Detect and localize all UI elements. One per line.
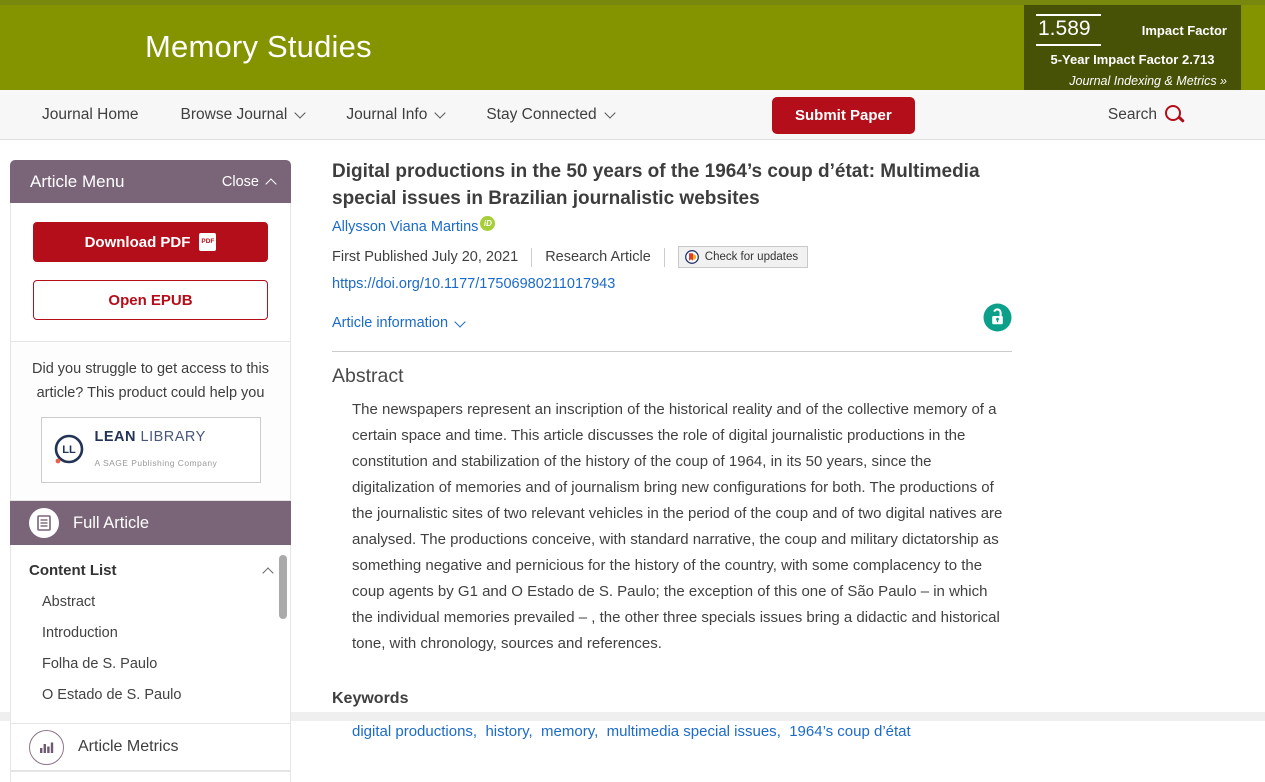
- check-for-updates-badge[interactable]: Check for updates: [678, 246, 808, 268]
- search-button[interactable]: Search: [1108, 106, 1181, 124]
- sidebar-scrollbar-thumb[interactable]: [279, 555, 287, 619]
- chevron-down-icon: [435, 107, 446, 118]
- keyword-link[interactable]: memory: [541, 723, 602, 740]
- first-published-date: First Published July 20, 2021: [332, 249, 518, 265]
- content-list-panel: Content List Abstract Introduction Folha…: [10, 545, 291, 724]
- sidebar-next-section-stub: [10, 771, 291, 782]
- keywords-heading: Keywords: [332, 690, 1012, 708]
- keyword-link[interactable]: multimedia special issues: [607, 723, 785, 740]
- pdf-file-icon: PDF: [199, 233, 216, 251]
- lean-library-logo[interactable]: LL LEAN LIBRARY A SAGE Publishing Compan…: [41, 417, 261, 483]
- main-navbar: Journal Home Browse Journal Journal Info…: [0, 90, 1265, 140]
- article-menu-sidebar: Article Menu Close Download PDF PDF Open…: [10, 160, 291, 782]
- keyword-link[interactable]: digital productions: [352, 723, 481, 740]
- keyword-link[interactable]: history: [485, 723, 536, 740]
- download-pdf-label: Download PDF: [85, 234, 191, 251]
- site-header: Memory Studies 1.589 Impact Factor 5-Yea…: [0, 0, 1265, 90]
- article-metrics-button[interactable]: Article Metrics: [10, 724, 291, 771]
- divider: [664, 248, 665, 267]
- content-list-toggle[interactable]: Content List: [29, 562, 272, 579]
- orcid-icon[interactable]: iD: [480, 216, 495, 231]
- lean-library-wordmark: LEAN LIBRARY A SAGE Publishing Company: [95, 425, 218, 475]
- journal-title: Memory Studies: [145, 29, 372, 65]
- content-list-item[interactable]: Folha de S. Paulo: [29, 656, 272, 672]
- chevron-down-icon: [604, 107, 615, 118]
- bar-chart-icon: [29, 730, 64, 765]
- abstract-text: The newspapers represent an inscription …: [332, 397, 1012, 657]
- content-list-items: Abstract Introduction Folha de S. Paulo …: [29, 594, 272, 703]
- access-promo-text-line2: article? This product could help you: [29, 381, 272, 405]
- article-information-toggle[interactable]: Article information: [332, 315, 464, 331]
- open-access-icon[interactable]: [983, 303, 1012, 337]
- crossmark-icon: [685, 250, 699, 264]
- open-epub-button[interactable]: Open EPUB: [33, 280, 268, 320]
- download-panel: Download PDF PDF Open EPUB: [10, 203, 291, 342]
- abstract-heading: Abstract: [332, 365, 1012, 388]
- article-menu-header: Article Menu Close: [10, 160, 291, 203]
- chevron-up-icon: [265, 178, 276, 189]
- section-divider: [332, 351, 1012, 352]
- close-label: Close: [222, 174, 259, 190]
- article-main: Digital productions in the 50 years of t…: [332, 158, 1012, 740]
- nav-item[interactable]: Browse Journal: [181, 106, 305, 124]
- keywords-list: digital productions history memory multi…: [332, 723, 1012, 740]
- content-list-item[interactable]: Abstract: [29, 594, 272, 610]
- content-list-item[interactable]: Introduction: [29, 625, 272, 641]
- author-link[interactable]: Allysson Viana Martins: [332, 219, 478, 235]
- five-year-impact-factor: 5-Year Impact Factor 2.713: [1036, 52, 1229, 67]
- nav-item[interactable]: Journal Info: [346, 106, 444, 124]
- journal-indexing-metrics-link[interactable]: Journal Indexing & Metrics »: [1036, 74, 1229, 88]
- full-article-label: Full Article: [73, 514, 149, 533]
- doi-link[interactable]: https://doi.org/10.1177/1750698021101794…: [332, 276, 615, 292]
- impact-factor-value: 1.589: [1036, 14, 1101, 46]
- article-type: Research Article: [545, 249, 651, 265]
- chevron-up-icon: [262, 567, 273, 578]
- access-promo-text-line1: Did you struggle to get access to this: [29, 357, 272, 381]
- check-for-updates-label: Check for updates: [705, 251, 798, 263]
- content-list-title: Content List: [29, 562, 117, 579]
- document-icon: [29, 508, 59, 538]
- full-article-section-header[interactable]: Full Article: [10, 501, 291, 545]
- svg-text:LL: LL: [62, 444, 76, 456]
- impact-factor-box: 1.589 Impact Factor 5-Year Impact Factor…: [1024, 5, 1241, 90]
- nav-item-label: Browse Journal: [181, 106, 288, 124]
- lean-library-tagline: A SAGE Publishing Company: [95, 451, 218, 475]
- article-information-row: Article information: [332, 309, 1012, 337]
- article-information-label: Article information: [332, 315, 448, 331]
- search-label: Search: [1108, 106, 1157, 124]
- access-promo-panel: Did you struggle to get access to this a…: [10, 342, 291, 501]
- impact-factor-label: Impact Factor: [1142, 23, 1229, 38]
- doi-row: https://doi.org/10.1177/1750698021101794…: [332, 276, 1012, 292]
- article-menu-title: Article Menu: [30, 172, 124, 192]
- nav-item-label: Journal Info: [346, 106, 427, 124]
- submit-paper-button[interactable]: Submit Paper: [772, 97, 915, 134]
- lean-library-name-bold: LEAN: [95, 429, 136, 445]
- article-meta-row: First Published July 20, 2021 Research A…: [332, 246, 1012, 268]
- lean-library-name-light: LIBRARY: [136, 429, 206, 445]
- author-row: Allysson Viana Martins iD: [332, 219, 1012, 235]
- article-metrics-label: Article Metrics: [78, 738, 178, 756]
- article-menu-close-button[interactable]: Close: [222, 174, 275, 190]
- article-title: Digital productions in the 50 years of t…: [332, 158, 1012, 212]
- search-icon: [1165, 105, 1181, 121]
- chevron-down-icon: [295, 107, 306, 118]
- nav-item[interactable]: Journal Home: [42, 106, 139, 124]
- divider: [531, 248, 532, 267]
- lean-library-monogram-icon: LL: [50, 431, 88, 469]
- nav-item[interactable]: Stay Connected: [486, 106, 613, 124]
- keyword-link[interactable]: 1964’s coup d’état: [789, 723, 911, 740]
- nav-item-label: Journal Home: [42, 106, 139, 124]
- download-pdf-button[interactable]: Download PDF PDF: [33, 222, 268, 262]
- nav-item-label: Stay Connected: [486, 106, 596, 124]
- chevron-down-icon: [454, 316, 465, 327]
- content-list-item[interactable]: O Estado de S. Paulo: [29, 687, 272, 703]
